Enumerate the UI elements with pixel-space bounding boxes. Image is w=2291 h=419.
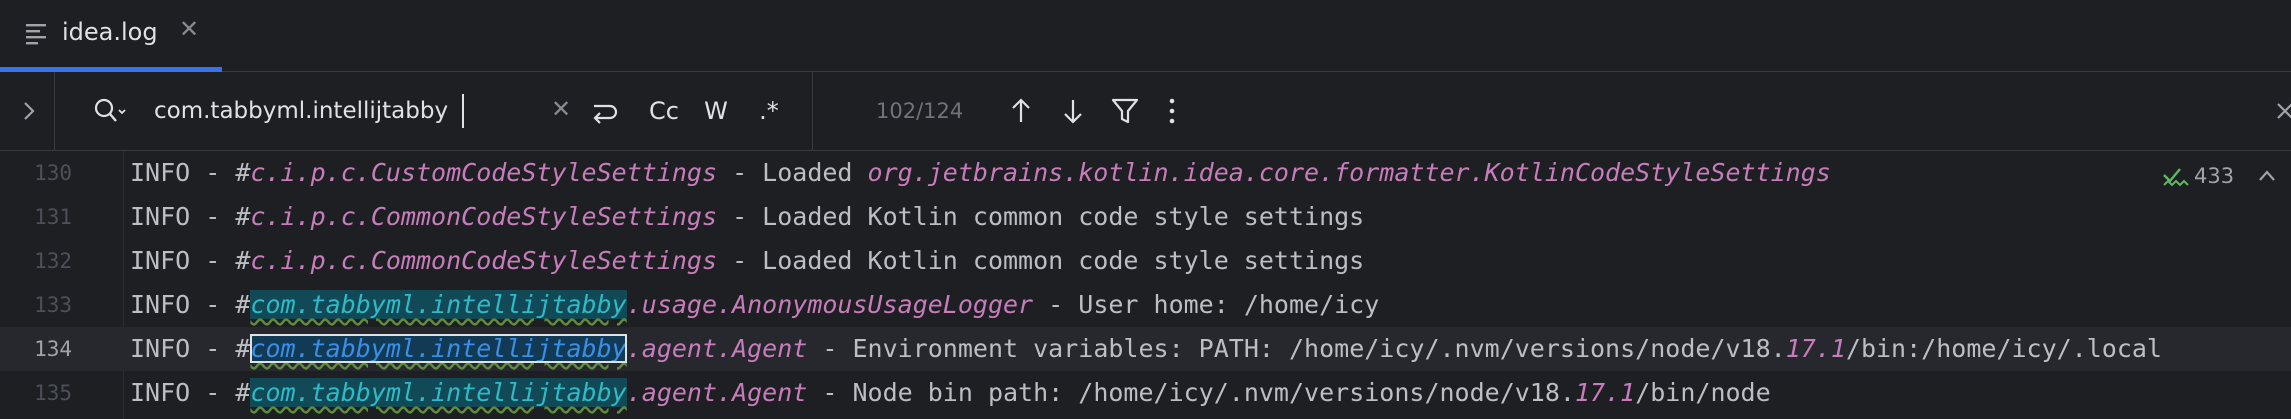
line-number: 130 bbox=[34, 161, 72, 185]
tab-label: idea.log bbox=[62, 18, 158, 46]
log-editor[interactable]: 130 INFO - #c.i.p.c.CustomCodeStyleSetti… bbox=[0, 151, 2291, 419]
version-number: 17.1 bbox=[1785, 334, 1846, 363]
log-message-tail: /bin/node bbox=[1635, 378, 1771, 407]
arrow-up-icon[interactable] bbox=[1006, 96, 1036, 126]
line-number: 131 bbox=[34, 205, 72, 229]
log-text: INFO - #com.tabbyml.intellijtabby.usage.… bbox=[130, 283, 1379, 327]
log-level: INFO - # bbox=[130, 378, 251, 407]
log-level: INFO - # bbox=[130, 334, 251, 363]
log-message: - User home: /home/icy bbox=[1033, 290, 1380, 319]
log-message: - Node bin path: /home/icy/.nvm/versions… bbox=[807, 378, 1575, 407]
line-number: 133 bbox=[34, 293, 72, 317]
log-level: INFO - # bbox=[130, 202, 251, 231]
close-icon[interactable] bbox=[2272, 98, 2291, 124]
logger-name: .usage.AnonymousUsageLogger bbox=[626, 290, 1034, 319]
log-level: INFO - # bbox=[130, 246, 251, 275]
log-text: INFO - #com.tabbyml.intellijtabby.agent.… bbox=[130, 327, 2162, 371]
log-line-current[interactable]: 134 INFO - #com.tabbyml.intellijtabby.ag… bbox=[0, 327, 2291, 371]
clear-search-button[interactable]: ✕ bbox=[550, 97, 572, 121]
arrow-down-icon[interactable] bbox=[1058, 96, 1088, 126]
log-message: - Loaded bbox=[717, 158, 868, 187]
logger-name: c.i.p.c.CommonCodeStyleSettings bbox=[250, 202, 718, 231]
log-line[interactable]: 135 INFO - #com.tabbyml.intellijtabby.ag… bbox=[0, 371, 2291, 415]
inspection-count[interactable]: 433 bbox=[2194, 161, 2234, 191]
text-caret bbox=[462, 94, 464, 128]
log-text: INFO - #c.i.p.c.CommonCodeStyleSettings … bbox=[130, 195, 1364, 239]
new-line-icon[interactable] bbox=[588, 98, 620, 126]
more-vertical-icon[interactable] bbox=[1164, 96, 1180, 126]
log-line[interactable]: 130 INFO - #c.i.p.c.CustomCodeStyleSetti… bbox=[0, 151, 2291, 195]
log-message: - Loaded Kotlin common code style settin… bbox=[717, 246, 1365, 275]
line-number: 135 bbox=[34, 381, 72, 405]
close-icon[interactable]: ✕ bbox=[178, 17, 200, 41]
log-message-tail: /bin:/home/icy/.local bbox=[1845, 334, 2162, 363]
log-level: INFO - # bbox=[130, 158, 251, 187]
log-text: INFO - #com.tabbyml.intellijtabby.agent.… bbox=[130, 371, 1771, 415]
log-viewer-window: idea.log ✕ ✕ Cc W .* 102/124 bbox=[0, 0, 2291, 419]
regex-button[interactable]: .* bbox=[754, 92, 784, 130]
search-match-selected: com.tabbyml.intellijtabby bbox=[250, 334, 627, 363]
log-line[interactable]: 131 INFO - #c.i.p.c.CommonCodeStyleSetti… bbox=[0, 195, 2291, 239]
logger-name: .agent.Agent bbox=[626, 334, 808, 363]
divider bbox=[54, 72, 55, 150]
log-level: INFO - # bbox=[130, 290, 251, 319]
tab-idea-log[interactable]: idea.log ✕ bbox=[0, 0, 222, 72]
search-input[interactable] bbox=[154, 92, 534, 130]
version-number: 17.1 bbox=[1574, 378, 1636, 407]
match-counter: 102/124 bbox=[876, 99, 964, 123]
editor-tab-bar: idea.log ✕ bbox=[0, 0, 2291, 72]
logger-name: c.i.p.c.CustomCodeStyleSettings bbox=[250, 158, 718, 187]
line-number: 132 bbox=[34, 249, 72, 273]
line-number: 134 bbox=[34, 337, 72, 361]
whole-words-button[interactable]: W bbox=[700, 92, 732, 130]
log-text: INFO - #c.i.p.c.CustomCodeStyleSettings … bbox=[130, 151, 1831, 195]
match-case-button[interactable]: Cc bbox=[646, 92, 682, 130]
log-message: - Environment variables: PATH: /home/icy… bbox=[807, 334, 1786, 363]
log-line[interactable]: 133 INFO - #com.tabbyml.intellijtabby.us… bbox=[0, 283, 2291, 327]
search-match-highlight: com.tabbyml.intellijtabby bbox=[250, 378, 627, 407]
class-reference: org.jetbrains.kotlin.idea.core.formatter… bbox=[867, 158, 1831, 187]
divider bbox=[812, 72, 813, 150]
chevron-right-icon[interactable] bbox=[16, 98, 42, 124]
logger-name: .agent.Agent bbox=[626, 378, 808, 407]
logger-name: c.i.p.c.CommonCodeStyleSettings bbox=[250, 246, 718, 275]
find-bar: ✕ Cc W .* 102/124 bbox=[0, 72, 2291, 151]
double-check-icon[interactable] bbox=[2162, 161, 2190, 191]
search-match-highlight: com.tabbyml.intellijtabby bbox=[250, 290, 627, 319]
chevron-up-icon[interactable] bbox=[2256, 165, 2278, 187]
search-history-icon[interactable] bbox=[92, 96, 130, 126]
filter-icon[interactable] bbox=[1110, 96, 1140, 126]
log-message: - Loaded Kotlin common code style settin… bbox=[717, 202, 1365, 231]
log-text: INFO - #c.i.p.c.CommonCodeStyleSettings … bbox=[130, 239, 1364, 283]
text-lines-icon bbox=[26, 24, 46, 45]
log-line[interactable]: 132 INFO - #c.i.p.c.CommonCodeStyleSetti… bbox=[0, 239, 2291, 283]
